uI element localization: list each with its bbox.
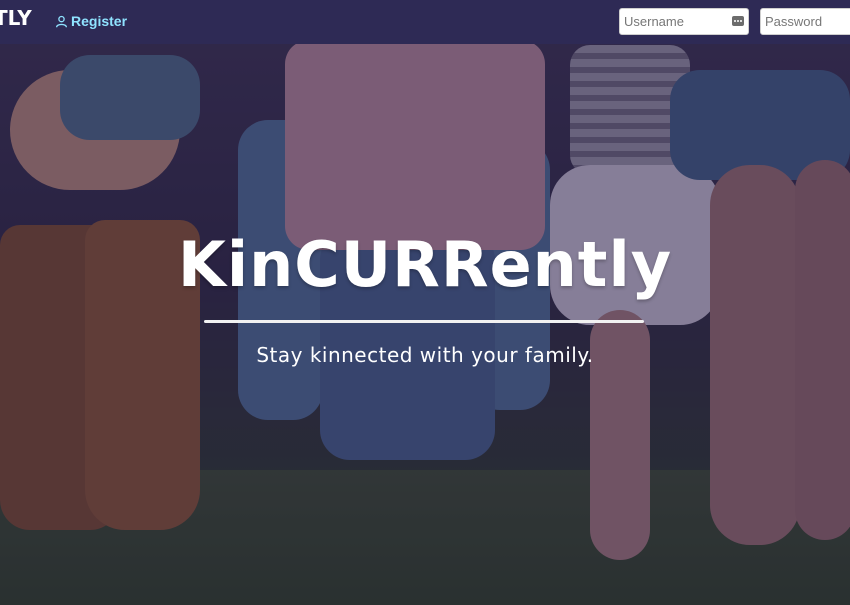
register-label: Register [71, 13, 128, 29]
hero-background [0, 0, 850, 605]
hero-tagline: Stay kinnected with your family. [256, 343, 594, 367]
brand-logo[interactable]: TLY [0, 6, 32, 30]
key-icon[interactable] [732, 16, 744, 26]
password-input[interactable]: Password [760, 8, 850, 35]
username-placeholder: Username [624, 14, 684, 29]
register-link[interactable]: Register [55, 13, 127, 29]
top-navbar: TLY Register Username Password [0, 0, 850, 44]
user-icon [55, 15, 68, 27]
hero-title: KinCURRently [177, 228, 673, 301]
password-placeholder: Password [765, 14, 823, 29]
hero-divider [204, 320, 644, 323]
username-input[interactable]: Username [619, 8, 749, 35]
hero-overlay [0, 0, 850, 605]
